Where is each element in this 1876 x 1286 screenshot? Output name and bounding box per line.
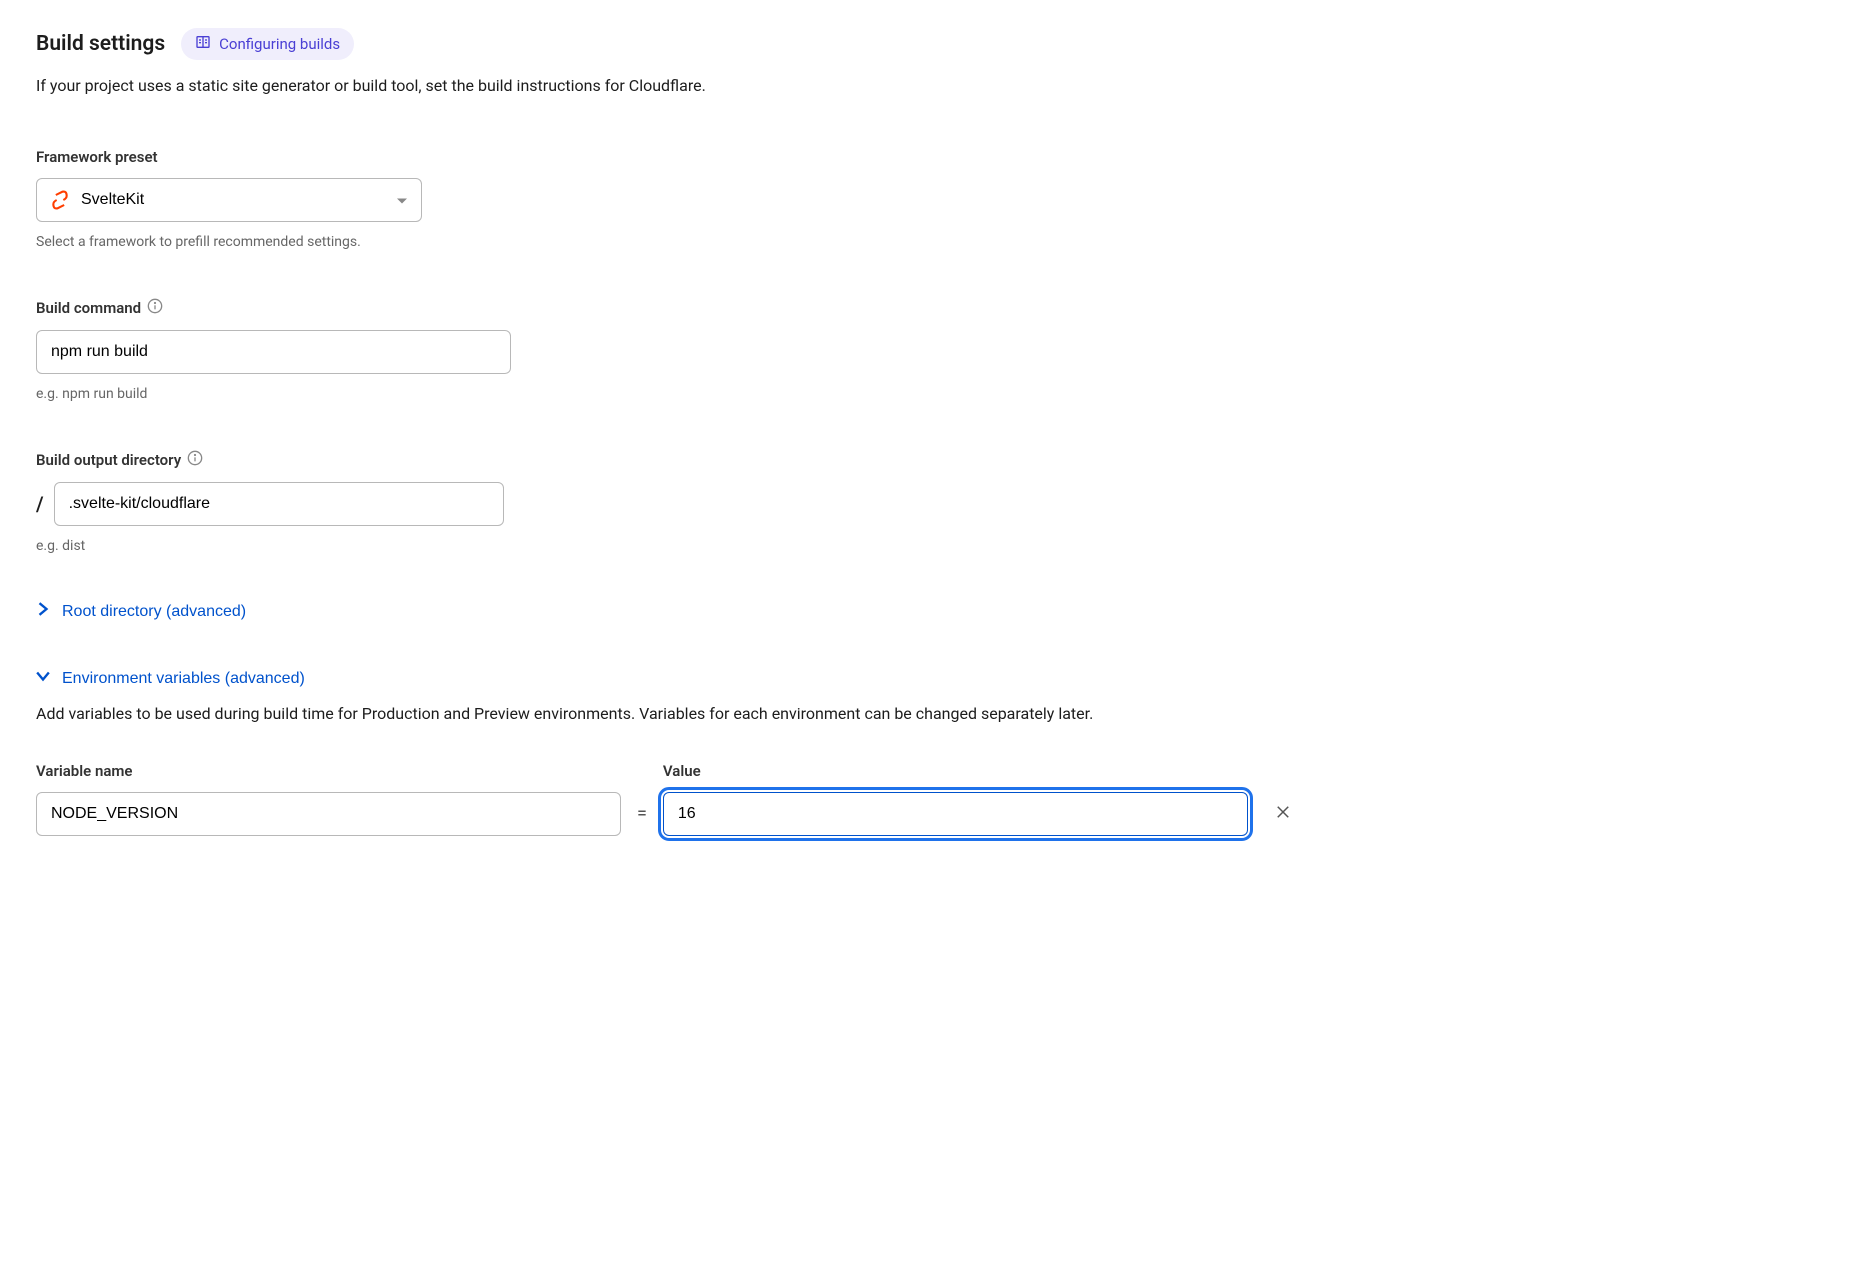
env-variables-toggle[interactable]: Environment variables (advanced)	[36, 669, 305, 688]
chevron-down-icon	[36, 669, 50, 688]
framework-preset-field: Framework preset SvelteKit Select a fram…	[36, 148, 1840, 250]
build-command-field: Build command e.g. npm run build	[36, 298, 1840, 402]
info-icon[interactable]	[147, 298, 163, 318]
root-directory-label: Root directory (advanced)	[62, 603, 246, 621]
env-variable-row: Variable name = Value	[36, 762, 1840, 836]
close-icon	[1274, 809, 1292, 824]
section-description: If your project uses a static site gener…	[36, 74, 1840, 98]
book-icon	[195, 34, 211, 54]
path-prefix-slash: /	[36, 492, 44, 516]
framework-helper-text: Select a framework to prefill recommende…	[36, 234, 1840, 250]
env-name-input[interactable]	[36, 792, 621, 836]
env-name-label: Variable name	[36, 762, 621, 780]
env-variables-label: Environment variables (advanced)	[62, 670, 305, 688]
build-output-field: Build output directory / e.g. dist	[36, 450, 1840, 554]
build-command-input[interactable]	[36, 330, 511, 374]
build-command-label: Build command	[36, 299, 141, 317]
svelte-icon	[50, 190, 70, 210]
env-value-input[interactable]	[663, 792, 1248, 836]
page-title: Build settings	[36, 32, 165, 56]
remove-variable-button[interactable]	[1264, 793, 1302, 834]
build-command-helper: e.g. npm run build	[36, 386, 1840, 402]
build-output-helper: e.g. dist	[36, 538, 1840, 554]
framework-preset-select[interactable]: SvelteKit	[36, 178, 422, 222]
docs-link-configuring-builds[interactable]: Configuring builds	[181, 28, 354, 60]
framework-selected-value: SvelteKit	[81, 191, 144, 209]
build-output-label: Build output directory	[36, 451, 181, 469]
build-output-input[interactable]	[54, 482, 504, 526]
chevron-right-icon	[36, 602, 50, 621]
env-value-label: Value	[663, 762, 1248, 780]
framework-preset-label: Framework preset	[36, 148, 1840, 166]
env-description: Add variables to be used during build ti…	[36, 702, 1266, 726]
docs-link-label: Configuring builds	[219, 35, 340, 53]
info-icon[interactable]	[187, 450, 203, 470]
root-directory-toggle[interactable]: Root directory (advanced)	[36, 602, 246, 621]
equals-separator: =	[637, 803, 647, 824]
